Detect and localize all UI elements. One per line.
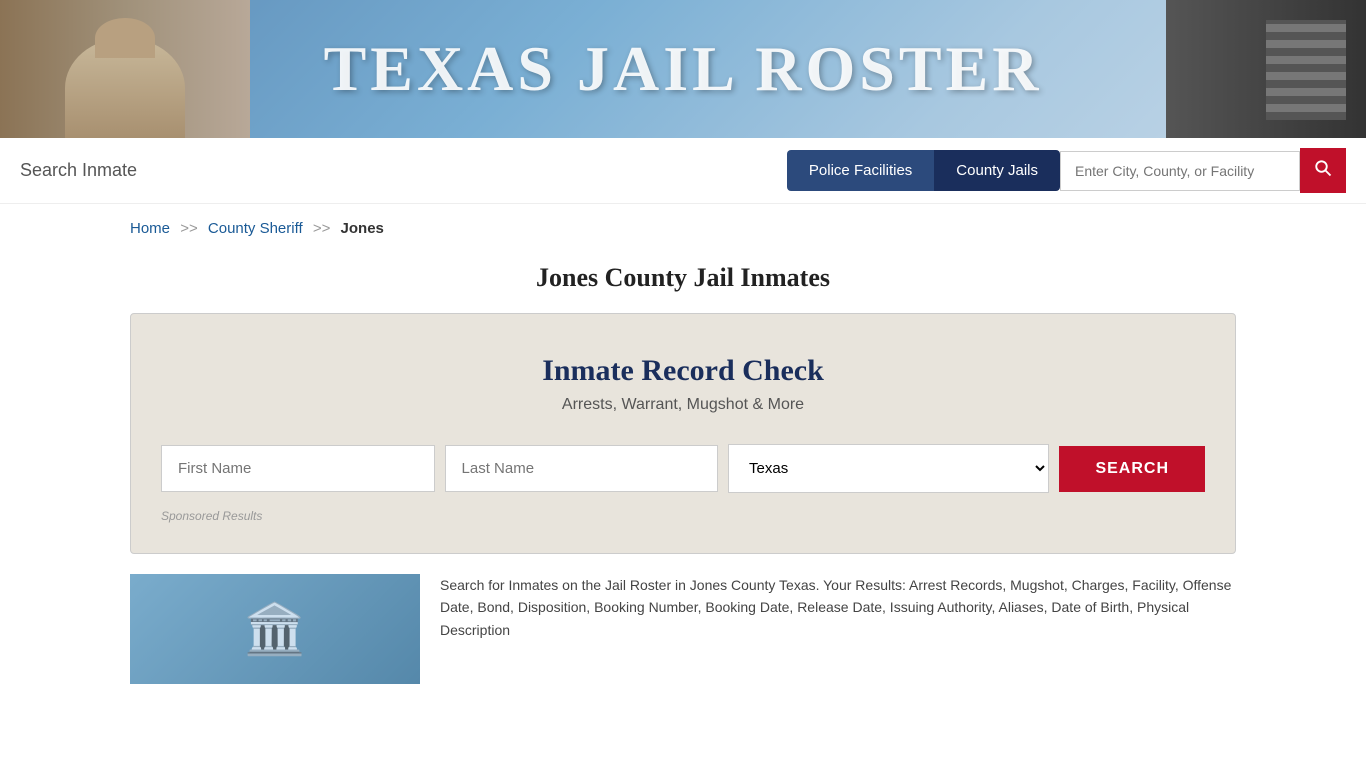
sponsored-results-label: Sponsored Results bbox=[161, 509, 1205, 523]
bottom-section: 🏛️ Search for Inmates on the Jail Roster… bbox=[130, 574, 1236, 684]
county-jails-button[interactable]: County Jails bbox=[934, 150, 1060, 191]
first-name-input[interactable] bbox=[161, 445, 435, 492]
search-icon bbox=[1314, 159, 1332, 177]
nav-search-label: Search Inmate bbox=[20, 160, 777, 181]
breadcrumb-current: Jones bbox=[341, 220, 384, 237]
breadcrumb: Home >> County Sheriff >> Jones bbox=[0, 204, 1366, 253]
state-select[interactable]: AlabamaAlaskaArizonaArkansasCaliforniaCo… bbox=[728, 444, 1049, 493]
breadcrumb-home[interactable]: Home bbox=[130, 220, 170, 237]
clock-tower-icon: 🏛️ bbox=[244, 600, 306, 659]
capitol-image bbox=[0, 0, 250, 138]
breadcrumb-sep-2: >> bbox=[313, 220, 331, 237]
record-check-box: Inmate Record Check Arrests, Warrant, Mu… bbox=[130, 313, 1236, 554]
breadcrumb-sep-1: >> bbox=[180, 220, 198, 237]
police-facilities-button[interactable]: Police Facilities bbox=[787, 150, 934, 191]
courthouse-image: 🏛️ bbox=[130, 574, 420, 684]
banner-right-image bbox=[1166, 0, 1366, 138]
record-check-form: AlabamaAlaskaArizonaArkansasCaliforniaCo… bbox=[161, 444, 1205, 493]
page-title: Jones County Jail Inmates bbox=[0, 263, 1366, 293]
nav-search-button[interactable] bbox=[1300, 148, 1346, 193]
record-check-subtitle: Arrests, Warrant, Mugshot & More bbox=[161, 396, 1205, 414]
capitol-dome bbox=[65, 38, 185, 138]
bottom-description: Search for Inmates on the Jail Roster in… bbox=[440, 574, 1236, 641]
nav-bar: Search Inmate Police Facilities County J… bbox=[0, 138, 1366, 204]
record-search-button[interactable]: SEARCH bbox=[1059, 446, 1205, 492]
header-banner: Texas Jail Roster bbox=[0, 0, 1366, 138]
record-check-title: Inmate Record Check bbox=[161, 354, 1205, 388]
last-name-input[interactable] bbox=[445, 445, 719, 492]
breadcrumb-county-sheriff[interactable]: County Sheriff bbox=[208, 220, 303, 237]
facility-search-input[interactable] bbox=[1060, 151, 1300, 191]
site-title: Texas Jail Roster bbox=[324, 32, 1043, 106]
nav-right: Police Facilities County Jails bbox=[787, 148, 1346, 193]
